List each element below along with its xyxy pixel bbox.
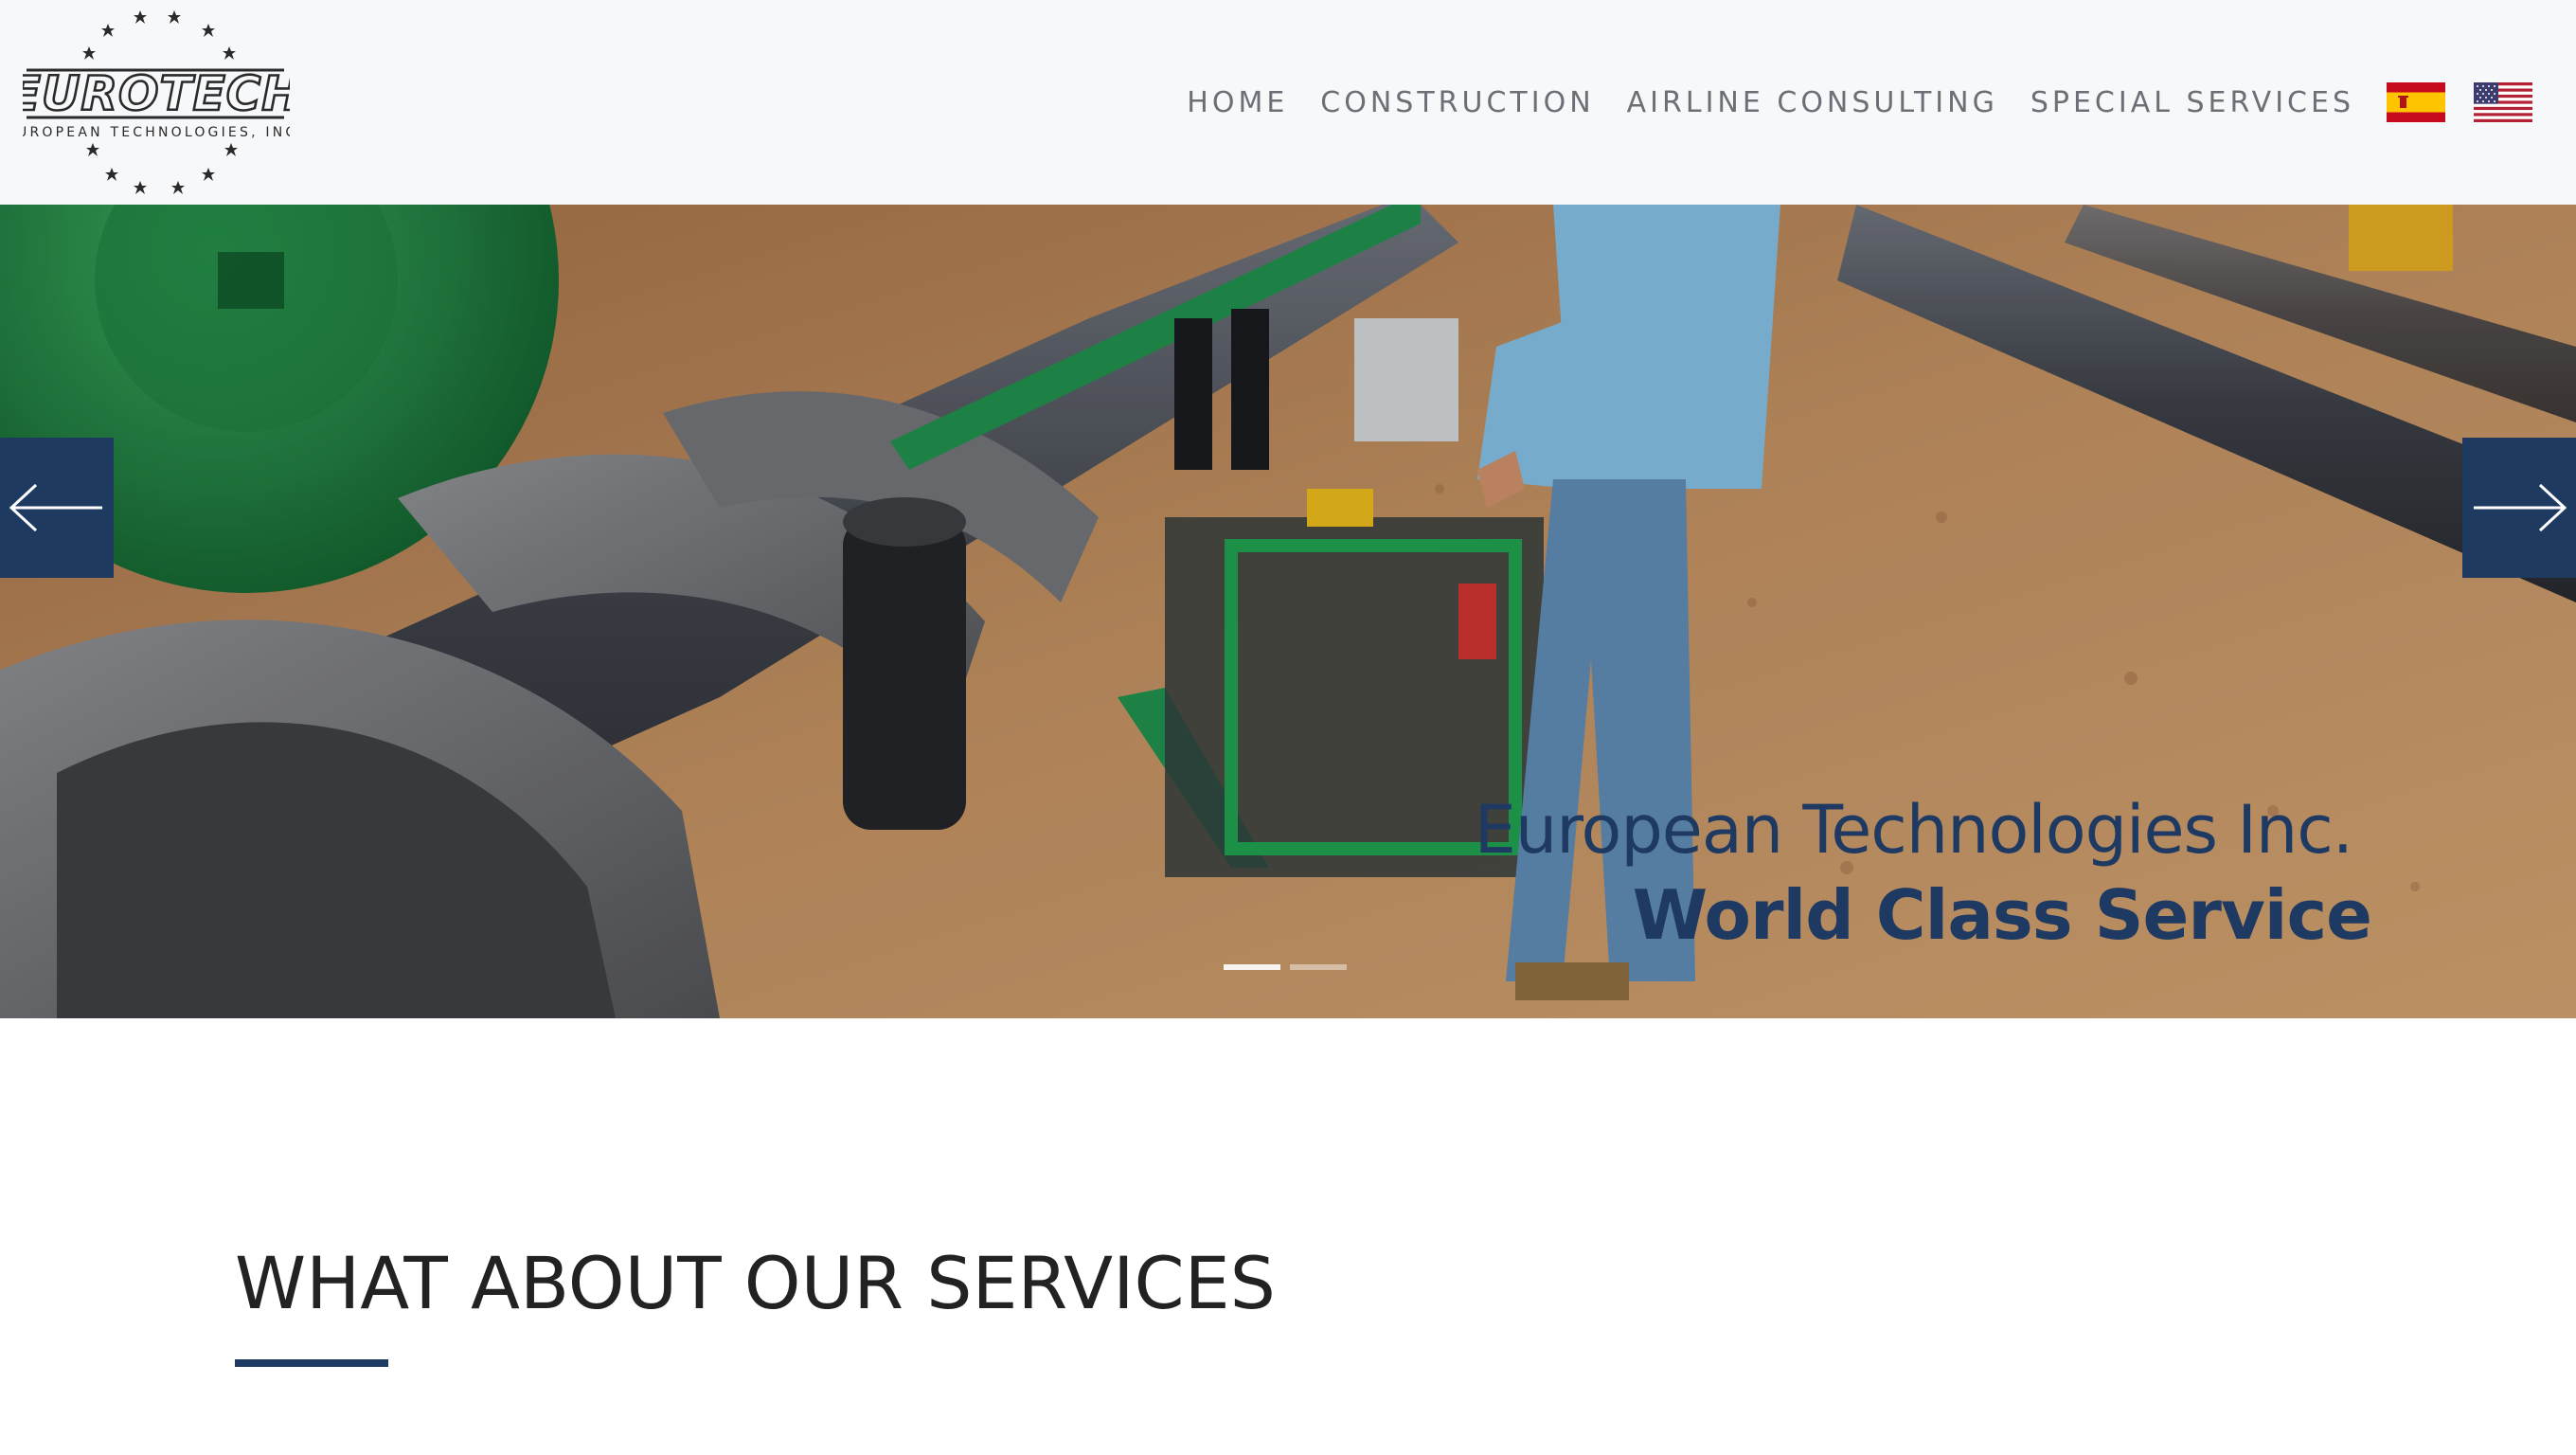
- logo-mark: EUROTECH EUROPEAN TECHNOLOGIES, INC.: [23, 10, 290, 194]
- nav-special-services[interactable]: SPECIAL SERVICES: [2030, 86, 2354, 119]
- title-underline: [235, 1359, 388, 1367]
- nav-construction[interactable]: CONSTRUCTION: [1320, 86, 1594, 119]
- spanish-flag-icon[interactable]: [2387, 82, 2445, 122]
- site-header: EUROTECH EUROPEAN TECHNOLOGIES, INC. HOM…: [0, 0, 2576, 205]
- logo-wordmark: EUROTECH: [23, 66, 290, 121]
- main-nav: HOME CONSTRUCTION AIRLINE CONSULTING SPE…: [1187, 0, 2532, 205]
- eurotech-logo[interactable]: EUROTECH EUROPEAN TECHNOLOGIES, INC.: [23, 6, 290, 199]
- nav-home[interactable]: HOME: [1187, 86, 1288, 119]
- nav-airline-consulting[interactable]: AIRLINE CONSULTING: [1627, 86, 1998, 119]
- hero-caption: European Technologies Inc. World Class S…: [1474, 787, 2372, 958]
- us-flag-icon[interactable]: [2474, 82, 2532, 122]
- logo-subtitle: EUROPEAN TECHNOLOGIES, INC.: [23, 125, 290, 140]
- arrow-left-icon: [9, 483, 102, 532]
- slider-dot-2[interactable]: [1290, 964, 1347, 970]
- hero-headline: European Technologies Inc.: [1474, 791, 2353, 869]
- services-section: WHAT ABOUT OUR SERVICES: [235, 1241, 1276, 1367]
- slider-dot-1[interactable]: [1224, 964, 1280, 970]
- slider-prev-button[interactable]: [0, 438, 114, 578]
- hero-slider: European Technologies Inc. World Class S…: [0, 205, 2576, 1018]
- services-title: WHAT ABOUT OUR SERVICES: [235, 1241, 1276, 1325]
- hero-tagline: World Class Service: [1632, 875, 2372, 955]
- arrow-right-icon: [2474, 483, 2567, 532]
- slider-indicators: [1224, 964, 1347, 970]
- slider-next-button[interactable]: [2462, 438, 2576, 578]
